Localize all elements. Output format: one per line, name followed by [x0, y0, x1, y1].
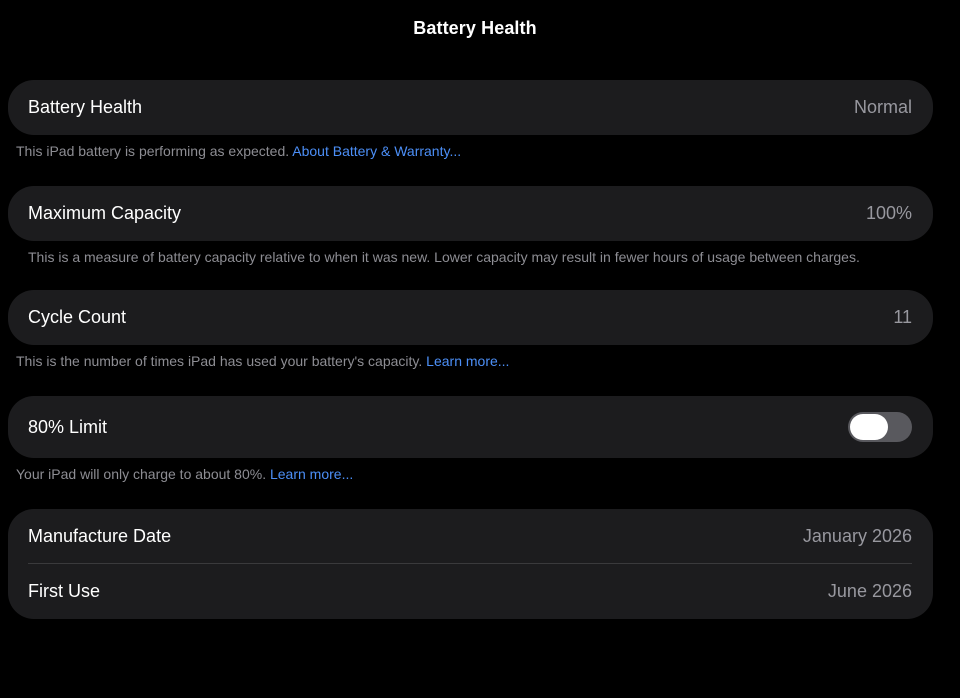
limit-80-row: 80% Limit [8, 396, 933, 458]
cycle-count-card: Cycle Count 11 [8, 290, 933, 345]
battery-health-value: Normal [853, 97, 912, 117]
maximum-capacity-row: Maximum Capacity 100% [8, 186, 933, 241]
maximum-capacity-card: Maximum Capacity 100% [8, 186, 933, 241]
first-use-label: First Use [28, 581, 100, 601]
limit-80-learn-more-link[interactable]: Learn more... [270, 466, 353, 482]
manufacture-date-label: Manufacture Date [28, 526, 172, 546]
battery-health-label: Battery Health [28, 97, 143, 117]
battery-health-row: Battery Health Normal [8, 80, 933, 135]
cycle-count-learn-more-link[interactable]: Learn more... [426, 353, 509, 369]
manufacture-date-row: Manufacture Date January 2026 [8, 509, 933, 564]
maximum-capacity-label: Maximum Capacity [28, 203, 182, 223]
first-use-value: June 2026 [827, 581, 912, 601]
limit-80-toggle[interactable] [848, 412, 912, 442]
maximum-capacity-footnote: This is a measure of battery capacity re… [28, 249, 860, 265]
dates-card: Manufacture Date January 2026 First Use … [8, 509, 933, 619]
limit-80-footnote: Your iPad will only charge to about 80%.… [16, 466, 353, 482]
first-use-row: First Use June 2026 [8, 564, 933, 619]
maximum-capacity-value: 100% [865, 203, 912, 223]
cycle-count-value: 11 [893, 307, 912, 327]
cycle-count-row: Cycle Count 11 [8, 290, 933, 345]
battery-health-footnote: This iPad battery is performing as expec… [16, 143, 461, 159]
limit-80-card: 80% Limit [8, 396, 933, 458]
cycle-count-footnote-text: This is the number of times iPad has use… [16, 353, 423, 369]
manufacture-date-value: January 2026 [802, 526, 912, 546]
limit-80-footnote-text: Your iPad will only charge to about 80%. [16, 466, 267, 482]
page-title: Battery Health [413, 18, 537, 38]
cycle-count-footnote: This is the number of times iPad has use… [16, 353, 509, 369]
limit-80-label: 80% Limit [28, 416, 108, 437]
battery-health-footnote-text: This iPad battery is performing as expec… [16, 143, 290, 159]
about-battery-warranty-link[interactable]: About Battery & Warranty... [292, 143, 461, 159]
cycle-count-label: Cycle Count [28, 307, 127, 327]
toggle-knob [850, 414, 888, 440]
battery-health-card: Battery Health Normal [8, 80, 933, 135]
